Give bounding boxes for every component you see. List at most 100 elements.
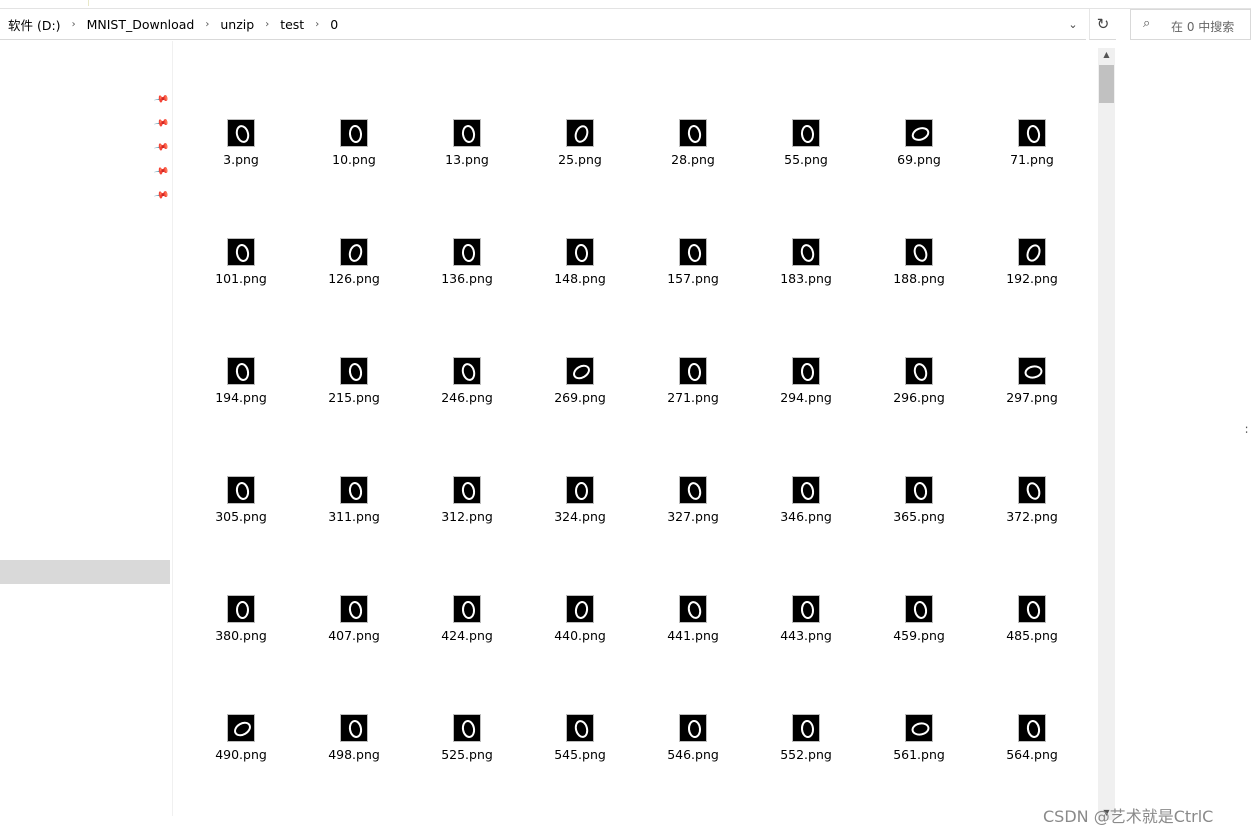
file-item[interactable]: 126.png: [313, 238, 393, 308]
pin-icon[interactable]: 📌: [153, 91, 170, 107]
file-item[interactable]: 365.png: [878, 476, 958, 546]
file-name: 443.png: [780, 628, 832, 643]
file-item[interactable]: 71.png: [991, 119, 1071, 189]
file-item[interactable]: 312.png: [426, 476, 506, 546]
file-item[interactable]: 311.png: [313, 476, 393, 546]
digit-zero-glyph: [685, 480, 704, 502]
file-name: 441.png: [667, 628, 719, 643]
file-item[interactable]: 327.png: [652, 476, 732, 546]
file-item[interactable]: 485.png: [991, 595, 1071, 665]
file-name: 269.png: [554, 390, 606, 405]
file-item[interactable]: 10.png: [313, 119, 393, 189]
file-item[interactable]: 490.png: [200, 714, 280, 784]
digit-zero-glyph: [800, 600, 815, 620]
file-name: 564.png: [1006, 747, 1058, 762]
chevron-right-icon[interactable]: ›: [196, 19, 218, 30]
file-item[interactable]: 269.png: [539, 357, 619, 427]
file-item[interactable]: 157.png: [652, 238, 732, 308]
file-item[interactable]: 324.png: [539, 476, 619, 546]
image-thumbnail: [905, 238, 933, 266]
navigation-pane[interactable]: 📌 📌 📌 📌 📌: [0, 41, 173, 833]
nav-item-selected[interactable]: [0, 560, 170, 584]
refresh-icon[interactable]: ↻: [1089, 9, 1116, 40]
file-item[interactable]: 441.png: [652, 595, 732, 665]
breadcrumb-folder-0[interactable]: 0: [328, 17, 340, 32]
file-item[interactable]: 55.png: [765, 119, 845, 189]
file-item[interactable]: 346.png: [765, 476, 845, 546]
file-name: 246.png: [441, 390, 493, 405]
pin-icon[interactable]: 📌: [153, 115, 170, 131]
file-name: 294.png: [780, 390, 832, 405]
digit-zero-glyph: [687, 719, 702, 739]
file-item[interactable]: 3.png: [200, 119, 280, 189]
file-item[interactable]: 183.png: [765, 238, 845, 308]
file-item[interactable]: 297.png: [991, 357, 1071, 427]
window-top-edge: [0, 0, 1251, 9]
image-thumbnail: [679, 476, 707, 504]
file-item[interactable]: 443.png: [765, 595, 845, 665]
file-item[interactable]: 305.png: [200, 476, 280, 546]
breadcrumb-unzip[interactable]: unzip: [218, 17, 256, 32]
file-item[interactable]: 28.png: [652, 119, 732, 189]
scroll-thumb[interactable]: [1099, 65, 1114, 103]
digit-zero-glyph: [1023, 242, 1044, 264]
file-item[interactable]: 561.png: [878, 714, 958, 784]
digit-zero-glyph: [572, 123, 591, 145]
file-item[interactable]: 215.png: [313, 357, 393, 427]
image-thumbnail: [227, 238, 255, 266]
file-item[interactable]: 136.png: [426, 238, 506, 308]
file-name: 545.png: [554, 747, 606, 762]
file-name: 561.png: [893, 747, 945, 762]
file-item[interactable]: 294.png: [765, 357, 845, 427]
image-thumbnail: [453, 714, 481, 742]
chevron-right-icon[interactable]: ›: [256, 19, 278, 30]
file-name: 215.png: [328, 390, 380, 405]
digit-zero-glyph: [1023, 364, 1044, 380]
file-item[interactable]: 372.png: [991, 476, 1071, 546]
file-item[interactable]: 546.png: [652, 714, 732, 784]
image-thumbnail: [679, 714, 707, 742]
pin-icon[interactable]: 📌: [153, 163, 170, 179]
vertical-scrollbar[interactable]: ▲ ▼: [1098, 48, 1115, 820]
file-item[interactable]: 525.png: [426, 714, 506, 784]
file-item[interactable]: 101.png: [200, 238, 280, 308]
breadcrumb-test[interactable]: test: [278, 17, 306, 32]
file-item[interactable]: 69.png: [878, 119, 958, 189]
file-item[interactable]: 424.png: [426, 595, 506, 665]
file-item[interactable]: 271.png: [652, 357, 732, 427]
pin-icon[interactable]: 📌: [153, 139, 170, 155]
file-item[interactable]: 440.png: [539, 595, 619, 665]
file-item[interactable]: 148.png: [539, 238, 619, 308]
chevron-right-icon[interactable]: ›: [306, 19, 328, 30]
digit-zero-glyph: [1025, 600, 1042, 620]
image-thumbnail: [453, 238, 481, 266]
digit-zero-glyph: [1025, 124, 1042, 144]
breadcrumb-drive[interactable]: 软件 (D:): [6, 15, 63, 34]
scroll-up-icon[interactable]: ▲: [1098, 48, 1115, 62]
file-item[interactable]: 25.png: [539, 119, 619, 189]
file-item[interactable]: 13.png: [426, 119, 506, 189]
file-item[interactable]: 407.png: [313, 595, 393, 665]
image-thumbnail: [792, 238, 820, 266]
file-item[interactable]: 459.png: [878, 595, 958, 665]
file-item[interactable]: 498.png: [313, 714, 393, 784]
chevron-down-icon[interactable]: ⌄: [1062, 9, 1084, 40]
file-item[interactable]: 296.png: [878, 357, 958, 427]
image-thumbnail: [566, 476, 594, 504]
file-item[interactable]: 380.png: [200, 595, 280, 665]
address-bar[interactable]: 软件 (D:) › MNIST_Download › unzip › test …: [0, 9, 1086, 40]
digit-zero-glyph: [347, 362, 364, 382]
file-item[interactable]: 564.png: [991, 714, 1071, 784]
file-name: 55.png: [784, 152, 828, 167]
file-item[interactable]: 246.png: [426, 357, 506, 427]
file-item[interactable]: 188.png: [878, 238, 958, 308]
file-item[interactable]: 194.png: [200, 357, 280, 427]
file-item[interactable]: 192.png: [991, 238, 1071, 308]
breadcrumb-mnist-download[interactable]: MNIST_Download: [85, 17, 197, 32]
search-input[interactable]: ⌕ 在 0 中搜索: [1130, 9, 1251, 40]
pin-icon[interactable]: 📌: [153, 187, 170, 203]
file-name: 407.png: [328, 628, 380, 643]
file-item[interactable]: 545.png: [539, 714, 619, 784]
file-item[interactable]: 552.png: [765, 714, 845, 784]
chevron-right-icon[interactable]: ›: [63, 19, 85, 30]
